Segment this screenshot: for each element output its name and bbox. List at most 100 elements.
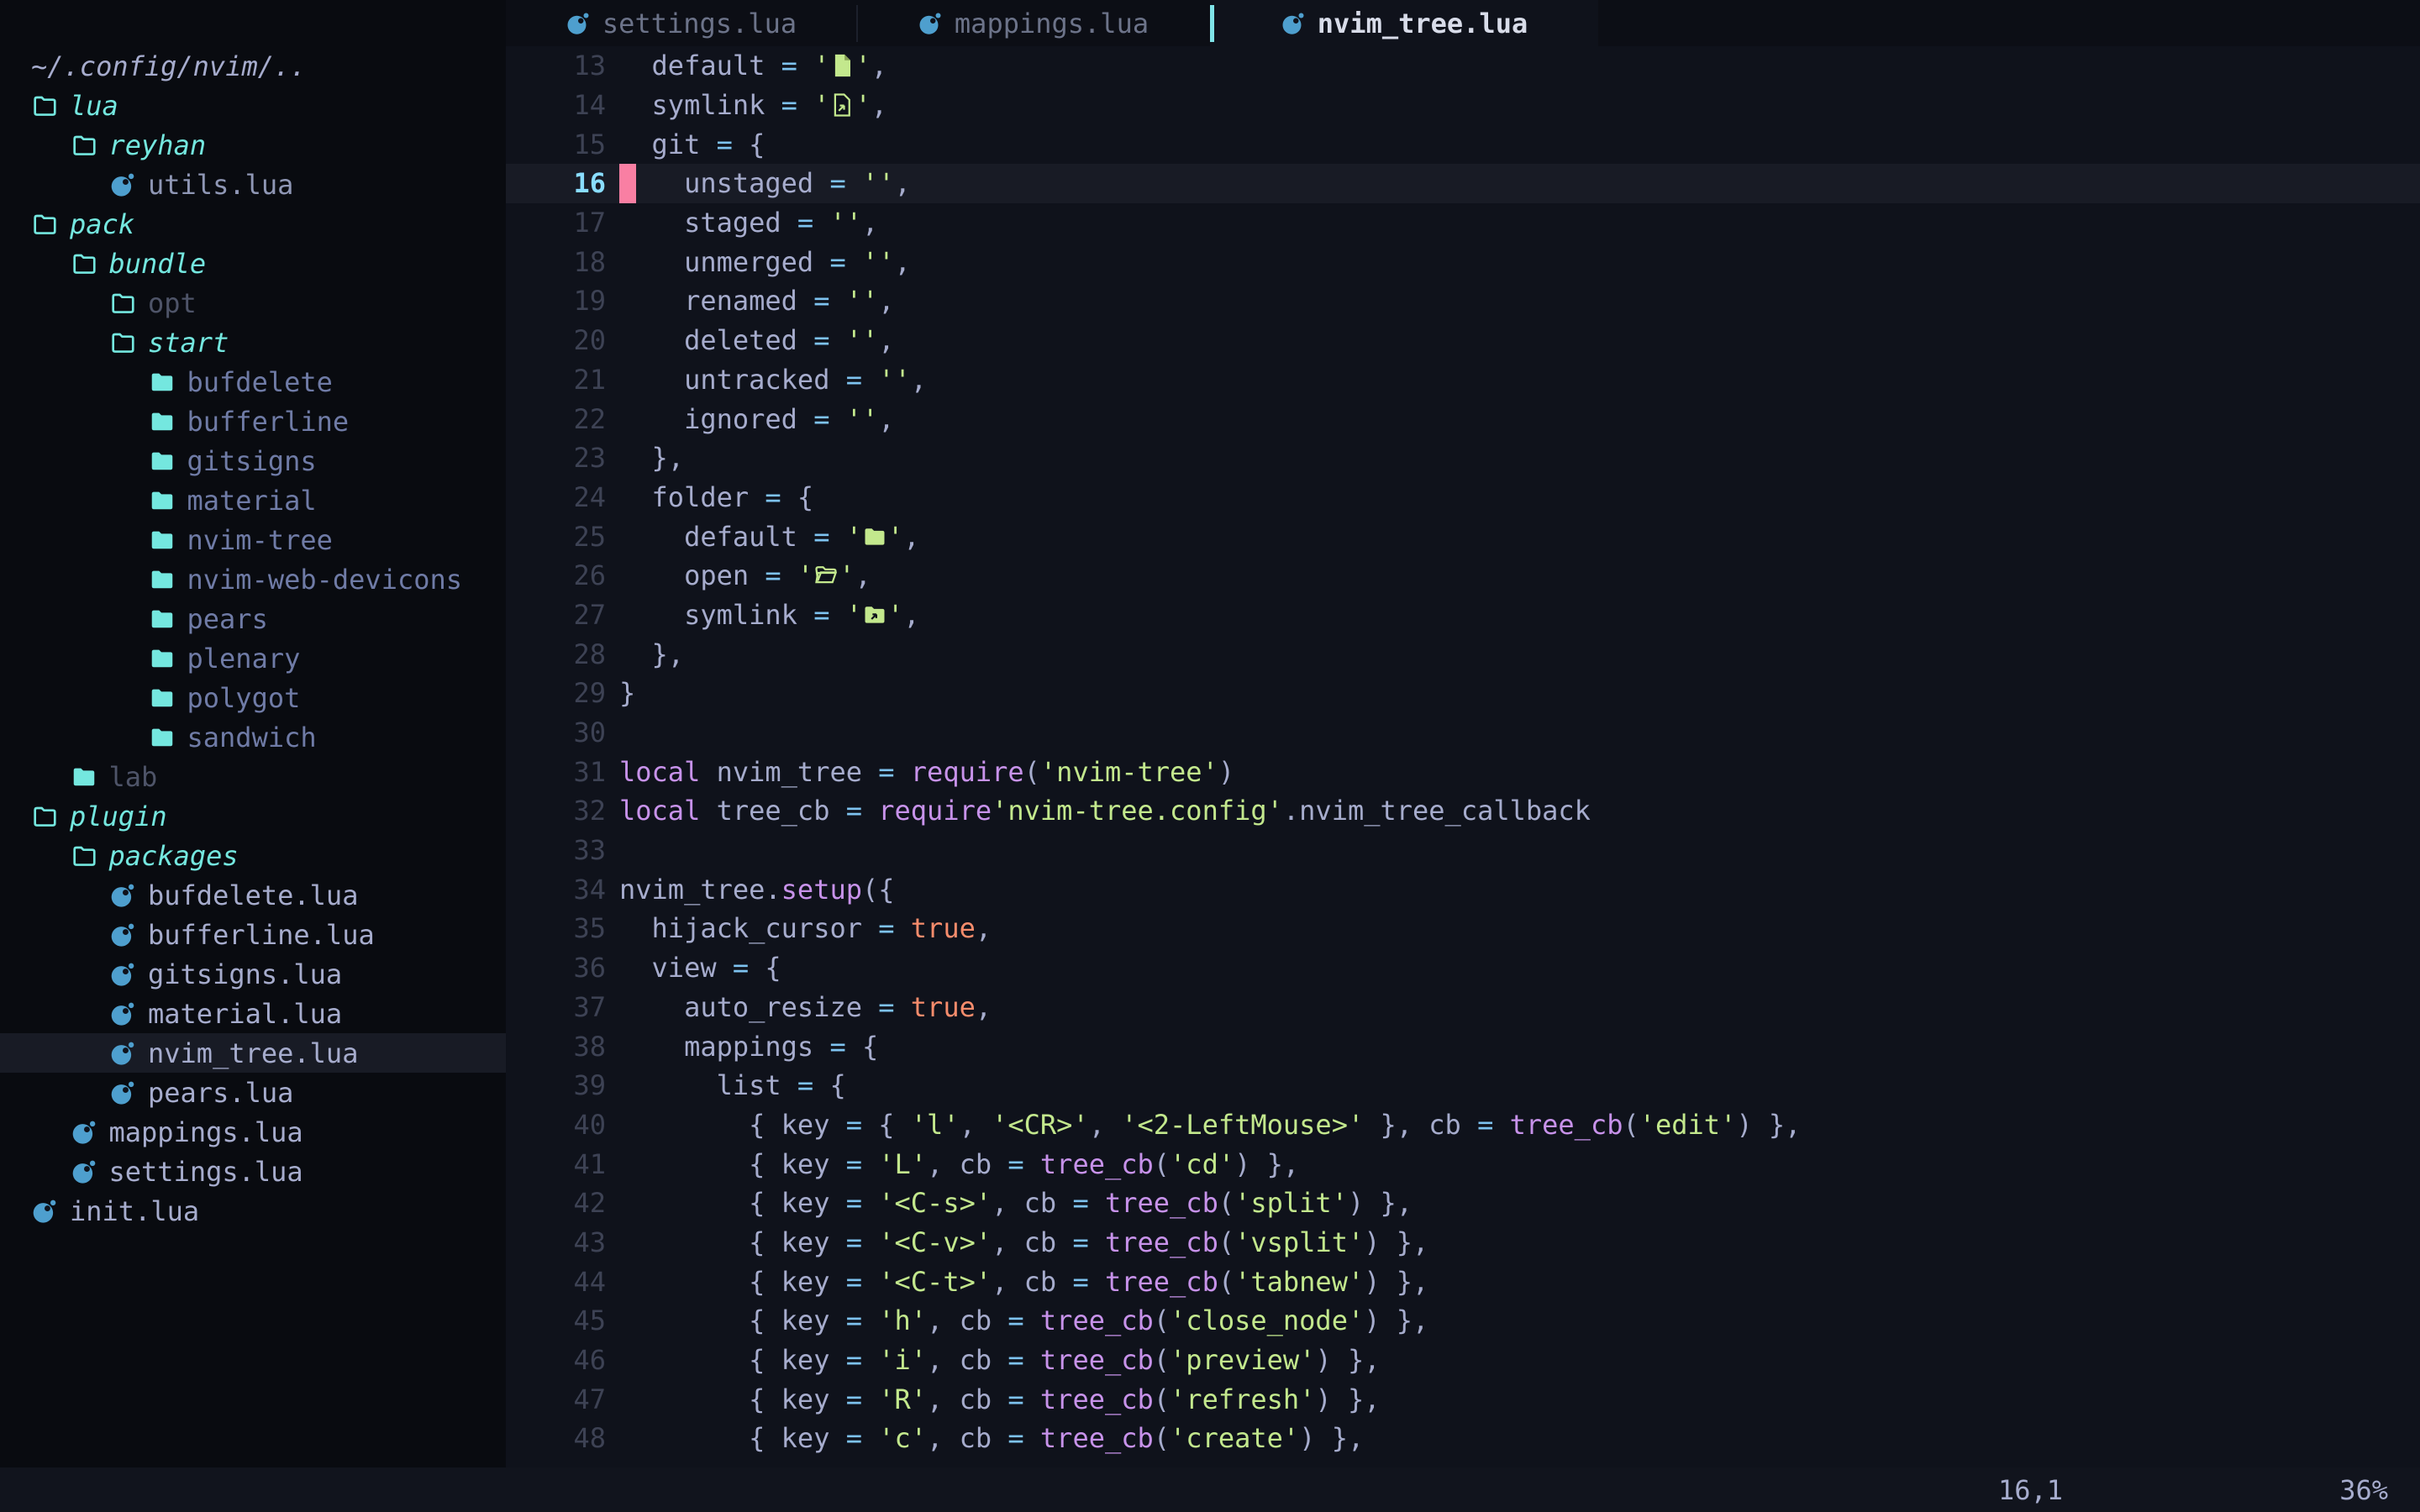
tree-item-label: bufferline.lua <box>148 919 375 951</box>
tree-item-lab[interactable]: lab <box>0 757 506 796</box>
tree-item-bundle[interactable]: bundle <box>0 244 506 283</box>
code-line-44[interactable]: 44 { key = '<C-t>', cb = tree_cb('tabnew… <box>506 1262 2420 1301</box>
tree-item-material[interactable]: material <box>0 480 506 520</box>
tree-item-label: bundle <box>109 248 207 280</box>
code-line-30[interactable]: 30 <box>506 713 2420 753</box>
tree-item-bufdelete.lua[interactable]: bufdelete.lua <box>0 875 506 915</box>
tree-item-label: plugin <box>70 801 167 832</box>
folder-filled-icon <box>149 724 176 751</box>
lua-icon <box>71 1119 97 1146</box>
code-line-35[interactable]: 35 hijack_cursor = true, <box>506 909 2420 948</box>
code-line-31[interactable]: 31local nvim_tree = require('nvim-tree') <box>506 752 2420 791</box>
code-line-40[interactable]: 40 { key = { 'l', '<CR>', '<2-LeftMouse>… <box>506 1105 2420 1145</box>
code-line-37[interactable]: 37 auto_resize = true, <box>506 988 2420 1027</box>
tree-item-material.lua[interactable]: material.lua <box>0 994 506 1033</box>
tree-item-gitsigns[interactable]: gitsigns <box>0 441 506 480</box>
line-text: { key = '<C-t>', cb = tree_cb('tabnew') … <box>619 1266 1428 1298</box>
code-line-43[interactable]: 43 { key = '<C-v>', cb = tree_cb('vsplit… <box>506 1223 2420 1263</box>
tree-item-packages[interactable]: packages <box>0 836 506 875</box>
line-number: 36 <box>506 952 606 984</box>
code-line-15[interactable]: 15 git = { <box>506 124 2420 164</box>
code-line-21[interactable]: 21 untracked = '', <box>506 360 2420 400</box>
code-line-28[interactable]: 28 }, <box>506 634 2420 674</box>
code-editor[interactable]: 13 default = '',14 symlink = '',15 git =… <box>506 46 2420 1467</box>
line-number: 45 <box>506 1305 606 1336</box>
scroll-percent: 36% <box>2339 1474 2388 1506</box>
folder-outline-icon <box>31 211 58 238</box>
tree-item-nvim_tree.lua[interactable]: nvim_tree.lua <box>0 1033 506 1073</box>
tree-item-pack[interactable]: pack <box>0 204 506 244</box>
code-line-14[interactable]: 14 symlink = '', <box>506 86 2420 125</box>
tab-settings.lua[interactable]: settings.lua <box>506 0 856 46</box>
tree-item-bufdelete[interactable]: bufdelete <box>0 362 506 402</box>
code-line-38[interactable]: 38 mappings = { <box>506 1026 2420 1066</box>
code-line-46[interactable]: 46 { key = 'i', cb = tree_cb('preview') … <box>506 1341 2420 1380</box>
line-text: { key = 'R', cb = tree_cb('refresh') }, <box>619 1383 1380 1415</box>
code-line-22[interactable]: 22 ignored = '', <box>506 399 2420 438</box>
tree-item-pears.lua[interactable]: pears.lua <box>0 1073 506 1112</box>
tab-mappings.lua[interactable]: mappings.lua <box>856 0 1210 46</box>
buffer-tabbar: settings.luamappings.luanvim_tree.lua <box>506 0 2420 46</box>
code-line-13[interactable]: 13 default = '', <box>506 46 2420 86</box>
tree-item-reyhan[interactable]: reyhan <box>0 125 506 165</box>
tree-item-polygot[interactable]: polygot <box>0 678 506 717</box>
tab-nvim_tree.lua[interactable]: nvim_tree.lua <box>1210 0 1598 46</box>
tree-item-start[interactable]: start <box>0 323 506 362</box>
line-number: 19 <box>506 285 606 317</box>
code-line-34[interactable]: 34nvim_tree.setup({ <box>506 869 2420 909</box>
tree-item-~.confignvim..[interactable]: ~/.config/nvim/.. <box>0 46 506 86</box>
code-line-17[interactable]: 17 staged = '', <box>506 203 2420 243</box>
line-text: view = { <box>619 952 781 984</box>
code-line-42[interactable]: 42 { key = '<C-s>', cb = tree_cb('split'… <box>506 1184 2420 1223</box>
tree-item-plugin[interactable]: plugin <box>0 796 506 836</box>
code-line-25[interactable]: 25 default = '', <box>506 517 2420 556</box>
line-text: default = '', <box>619 521 920 553</box>
code-line-36[interactable]: 36 view = { <box>506 948 2420 988</box>
line-number: 44 <box>506 1266 606 1298</box>
code-line-45[interactable]: 45 { key = 'h', cb = tree_cb('close_node… <box>506 1301 2420 1341</box>
tree-item-utils.lua[interactable]: utils.lua <box>0 165 506 204</box>
code-line-16[interactable]: 16 unstaged = '', <box>506 164 2420 203</box>
code-line-33[interactable]: 33 <box>506 831 2420 870</box>
tree-item-nvim-tree[interactable]: nvim-tree <box>0 520 506 559</box>
line-number: 30 <box>506 717 606 748</box>
folder-filled-icon <box>149 408 176 435</box>
code-line-41[interactable]: 41 { key = 'L', cb = tree_cb('cd') }, <box>506 1144 2420 1184</box>
line-number: 48 <box>506 1422 606 1454</box>
code-line-26[interactable]: 26 open = '', <box>506 556 2420 596</box>
code-line-20[interactable]: 20 deleted = '', <box>506 321 2420 360</box>
tree-item-settings.lua[interactable]: settings.lua <box>0 1152 506 1191</box>
code-line-48[interactable]: 48 { key = 'c', cb = tree_cb('create') }… <box>506 1419 2420 1458</box>
tree-item-sandwich[interactable]: sandwich <box>0 717 506 757</box>
tree-item-bufferline.lua[interactable]: bufferline.lua <box>0 915 506 954</box>
tree-item-lua[interactable]: lua <box>0 86 506 125</box>
line-text: }, <box>619 638 684 670</box>
line-number: 27 <box>506 599 606 631</box>
line-number: 42 <box>506 1187 606 1219</box>
line-text: hijack_cursor = true, <box>619 912 992 944</box>
code-line-23[interactable]: 23 }, <box>506 438 2420 478</box>
tree-item-mappings.lua[interactable]: mappings.lua <box>0 1112 506 1152</box>
tree-item-nvim-web-devicons[interactable]: nvim-web-devicons <box>0 559 506 599</box>
line-number: 28 <box>506 638 606 670</box>
tree-item-bufferline[interactable]: bufferline <box>0 402 506 441</box>
code-line-32[interactable]: 32local tree_cb = require'nvim-tree.conf… <box>506 791 2420 831</box>
tree-item-plenary[interactable]: plenary <box>0 638 506 678</box>
lua-icon <box>109 961 136 988</box>
code-line-39[interactable]: 39 list = { <box>506 1066 2420 1105</box>
tree-item-label: nvim-web-devicons <box>187 564 463 596</box>
folder-outline-icon <box>109 290 136 317</box>
line-text: ignored = '', <box>619 403 895 435</box>
code-line-47[interactable]: 47 { key = 'R', cb = tree_cb('refresh') … <box>506 1379 2420 1419</box>
tree-item-pears[interactable]: pears <box>0 599 506 638</box>
line-number: 14 <box>506 89 606 121</box>
tree-item-label: gitsigns <box>187 445 317 477</box>
code-line-24[interactable]: 24 folder = { <box>506 478 2420 517</box>
code-line-18[interactable]: 18 unmerged = '', <box>506 242 2420 281</box>
tree-item-init.lua[interactable]: init.lua <box>0 1191 506 1231</box>
tree-item-opt[interactable]: opt <box>0 283 506 323</box>
code-line-29[interactable]: 29} <box>506 674 2420 713</box>
tree-item-gitsigns.lua[interactable]: gitsigns.lua <box>0 954 506 994</box>
code-line-27[interactable]: 27 symlink = '', <box>506 596 2420 635</box>
code-line-19[interactable]: 19 renamed = '', <box>506 281 2420 321</box>
